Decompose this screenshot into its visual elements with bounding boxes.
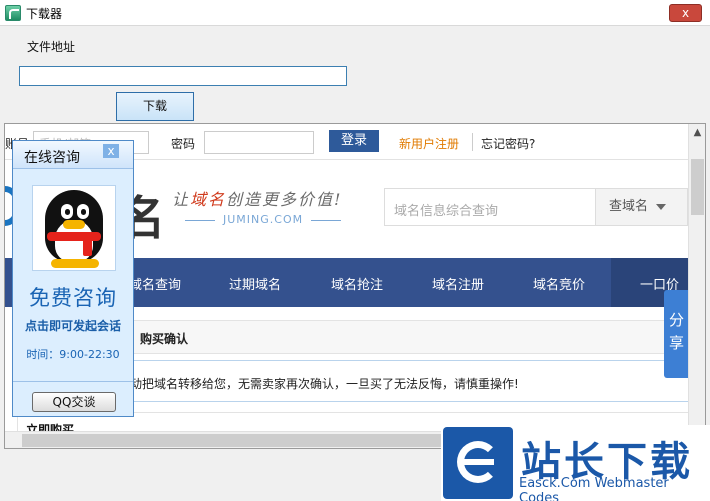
vertical-scrollbar[interactable]: ▲ (688, 124, 705, 448)
domain-search-input[interactable]: 域名信息综合查询 (394, 200, 498, 219)
widget-header: 在线咨询 x (13, 141, 133, 169)
chevron-down-icon (656, 203, 667, 210)
login-button[interactable]: 登录 (329, 130, 379, 152)
nav-expired-domains[interactable]: 过期域名 (229, 274, 281, 293)
horizontal-scroll-thumb[interactable] (22, 434, 442, 447)
nav-domain-snap[interactable]: 域名抢注 (331, 274, 383, 293)
login-bar-divider (472, 133, 473, 151)
window-title: 下载器 (26, 7, 63, 21)
close-button[interactable]: x (669, 4, 702, 22)
qq-penguin-avatar[interactable] (32, 185, 116, 271)
register-link[interactable]: 新用户注册 (399, 135, 459, 152)
notice-text: 动把域名转移给您，无需卖家再次确认，一旦买了无法反悔，请慎重操作! (130, 377, 519, 391)
file-address-label: 文件地址 (27, 40, 76, 54)
forgot-password-link[interactable]: 忘记密码? (481, 135, 535, 152)
purchase-notice: 动把域名转移给您，无需卖家再次确认，一旦买了无法反悔，请慎重操作! (115, 360, 689, 402)
watermark-subtitle: Easck.Com Webmaster Codes (519, 476, 669, 501)
easck-logo-icon (443, 427, 513, 499)
password-input[interactable] (204, 131, 314, 154)
site-domain-text: JUMING.COM (177, 213, 349, 226)
qq-chat-button[interactable]: QQ交谈 (32, 392, 116, 412)
nav-domain-auction[interactable]: 域名竞价 (533, 274, 585, 293)
search-domain-button[interactable]: 查域名 (595, 189, 687, 225)
domain-search-box: 域名信息综合查询 查域名 (384, 188, 688, 226)
password-label: 密码 (171, 137, 196, 151)
title-bar: 下载器 x (0, 0, 710, 26)
watermark: 站长下载 Easck.Com Webmaster Codes (441, 425, 710, 501)
breadcrumb: 购买确认 (115, 320, 689, 354)
click-tip: 点击即可发起会话 (24, 319, 121, 333)
online-consult-widget: 在线咨询 x 免费咨询 点击即可发起会话 时间：9:00-22:30 QQ交谈 (12, 140, 134, 417)
widget-close-icon[interactable]: x (103, 144, 119, 158)
share-tab[interactable]: 分享 (664, 290, 689, 378)
file-address-input[interactable] (19, 66, 347, 86)
breadcrumb-current: 购买确认 (140, 332, 189, 346)
nav-domain-register[interactable]: 域名注册 (432, 274, 484, 293)
service-hours: 时间：9:00-22:30 (26, 348, 120, 361)
download-button[interactable]: 下载 (116, 92, 194, 121)
widget-title: 在线咨询 (24, 150, 80, 166)
nav-domain-query[interactable]: 域名查询 (129, 274, 181, 293)
vertical-scroll-thumb[interactable] (691, 159, 704, 215)
app-icon (5, 5, 21, 21)
slogan: 让域名创造更多价值! (172, 190, 343, 209)
scroll-up-icon[interactable]: ▲ (689, 124, 705, 141)
free-consult-text[interactable]: 免费咨询 (13, 282, 133, 312)
